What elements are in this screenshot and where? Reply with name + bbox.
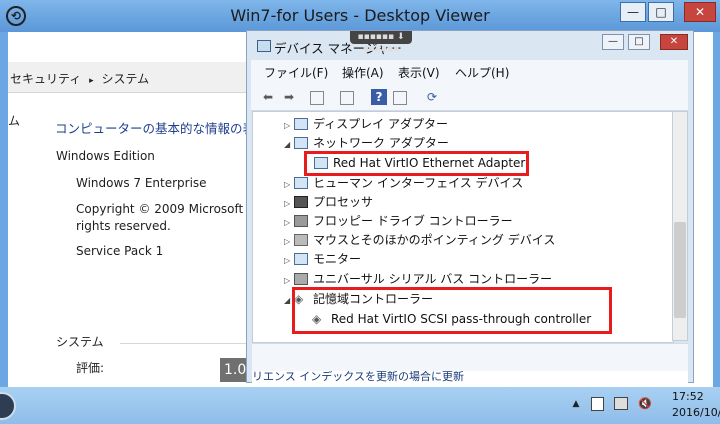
tree-item-ethernet-adapter[interactable]: Red Hat VirtIO Ethernet Adapter bbox=[314, 154, 525, 172]
monitor-icon bbox=[294, 253, 308, 265]
tray-expand-icon[interactable]: ▲ bbox=[569, 397, 583, 411]
expand-icon[interactable]: ▷ bbox=[284, 214, 294, 232]
view-icon[interactable] bbox=[310, 91, 324, 105]
window-title: Win7-for Users - Desktop Viewer bbox=[230, 6, 490, 25]
storage-icon: ◈ bbox=[312, 312, 322, 326]
expand-icon[interactable]: ▷ bbox=[284, 233, 294, 251]
tree-item-display-adapters[interactable]: ▷ ディスプレイ アダプター bbox=[284, 115, 448, 133]
tree-item-label: ディスプレイ アダプター bbox=[313, 117, 448, 131]
tree-item-usb-controllers[interactable]: ▷ ユニバーサル シリアル バス コントローラー bbox=[284, 270, 552, 288]
tree-item-network-adapters[interactable]: ◢ ネットワーク アダプター bbox=[284, 134, 449, 152]
left-pane-label: ム bbox=[8, 114, 21, 128]
page-heading: コンピューターの基本的な情報の表示 bbox=[55, 121, 268, 136]
edition-title: Windows Edition bbox=[56, 149, 155, 163]
tree-item-label: Red Hat VirtIO Ethernet Adapter bbox=[333, 156, 526, 170]
storage-icon: ◈ bbox=[294, 292, 304, 306]
network-tray-icon[interactable] bbox=[614, 397, 628, 410]
clock-time[interactable]: 17:52 bbox=[672, 390, 704, 403]
console-icon[interactable] bbox=[393, 91, 407, 105]
properties-icon[interactable] bbox=[340, 91, 354, 105]
device-manager-icon bbox=[257, 40, 271, 52]
volume-muted-icon[interactable]: 🔇 bbox=[638, 397, 652, 411]
menu-action[interactable]: 操作(A) bbox=[342, 64, 384, 81]
status-bar bbox=[252, 343, 688, 372]
maximize-button[interactable]: □ bbox=[648, 2, 674, 22]
expand-icon[interactable]: ▷ bbox=[284, 195, 294, 213]
tree-item-label: ユニバーサル シリアル バス コントローラー bbox=[313, 272, 553, 286]
menu-view[interactable]: 表示(V) bbox=[398, 64, 440, 81]
hid-icon bbox=[294, 177, 308, 189]
service-pack: Service Pack 1 bbox=[76, 244, 164, 258]
help-icon[interactable]: ? bbox=[371, 89, 387, 105]
expand-icon[interactable]: ▷ bbox=[284, 252, 294, 270]
breadcrumb: セキュリティ ▸ システム bbox=[10, 70, 149, 87]
scan-hardware-icon[interactable]: ⟳ bbox=[424, 89, 440, 105]
collapse-icon[interactable]: ◢ bbox=[284, 292, 294, 310]
action-center-icon[interactable] bbox=[591, 397, 604, 411]
usb-icon bbox=[294, 273, 308, 285]
rating-label: 評価: bbox=[76, 361, 105, 375]
tree-item-label: モニター bbox=[313, 252, 362, 266]
system-section-title: システム bbox=[56, 335, 104, 349]
tree-item-processors[interactable]: ▷ プロセッサ bbox=[284, 193, 373, 211]
tree-item-label: マウスとそのほかのポインティング デバイス bbox=[313, 233, 556, 247]
breadcrumb-system[interactable]: システム bbox=[101, 72, 149, 86]
tree-item-label: 記憶域コントローラー bbox=[313, 292, 434, 306]
tree-item-scsi-controller[interactable]: ◈ Red Hat VirtIO SCSI pass-through contro… bbox=[312, 310, 591, 328]
tree-item-hid[interactable]: ▷ ヒューマン インターフェイス デバイス bbox=[284, 174, 523, 192]
cpu-icon bbox=[294, 196, 308, 208]
collapse-icon[interactable]: ◢ bbox=[284, 136, 294, 154]
menu-help[interactable]: ヘルプ(H) bbox=[455, 64, 509, 81]
tree-item-floppy-controllers[interactable]: ▷ フロッピー ドライブ コントローラー bbox=[284, 212, 513, 230]
copyright-line-2: rights reserved. bbox=[76, 219, 171, 233]
mouse-icon bbox=[294, 234, 308, 246]
viewer-drag-grip[interactable]: ▪▪▪▪▪▪ ⬇ ▪▪▪▪▪▪ bbox=[350, 31, 412, 54]
back-icon[interactable]: ⬅ bbox=[260, 89, 276, 105]
edition-name: Windows 7 Enterprise bbox=[76, 176, 207, 190]
network-icon bbox=[314, 157, 328, 169]
floppy-icon bbox=[294, 215, 308, 227]
dm-close-button[interactable]: ✕ bbox=[660, 34, 688, 50]
tree-item-label: ヒューマン インターフェイス デバイス bbox=[313, 176, 524, 190]
tree-item-label: フロッピー ドライブ コントローラー bbox=[313, 214, 513, 228]
scrollbar-thumb[interactable] bbox=[674, 222, 686, 318]
forward-icon[interactable]: ➡ bbox=[281, 89, 297, 105]
background-link-text: リエンス インデックスを更新の場合に更新 bbox=[252, 371, 688, 383]
expand-icon[interactable]: ▷ bbox=[284, 176, 294, 194]
dm-maximize-button[interactable]: □ bbox=[628, 34, 650, 50]
minimize-button[interactable]: — bbox=[620, 2, 646, 22]
tree-item-label: ネットワーク アダプター bbox=[313, 136, 449, 150]
tree-item-label: Red Hat VirtIO SCSI pass-through control… bbox=[331, 312, 592, 326]
dm-minimize-button[interactable]: — bbox=[602, 34, 624, 50]
divider bbox=[120, 343, 246, 344]
tree-item-label: プロセッサ bbox=[313, 195, 374, 209]
tree-item-mice[interactable]: ▷ マウスとそのほかのポインティング デバイス bbox=[284, 231, 555, 249]
close-button[interactable]: ✕ bbox=[684, 2, 716, 22]
tree-item-storage-controllers[interactable]: ◢ ◈ 記憶域コントローラー bbox=[284, 290, 433, 308]
display-icon bbox=[294, 118, 308, 130]
network-icon bbox=[294, 137, 308, 149]
breadcrumb-separator: ▸ bbox=[89, 76, 94, 86]
clock-date[interactable]: 2016/10/ bbox=[672, 406, 720, 419]
breadcrumb-security[interactable]: セキュリティ bbox=[10, 72, 81, 86]
menu-file[interactable]: ファイル(F) bbox=[264, 64, 328, 81]
taskbar bbox=[0, 387, 720, 424]
tree-item-monitors[interactable]: ▷ モニター bbox=[284, 250, 361, 268]
expand-icon[interactable]: ▷ bbox=[284, 117, 294, 135]
